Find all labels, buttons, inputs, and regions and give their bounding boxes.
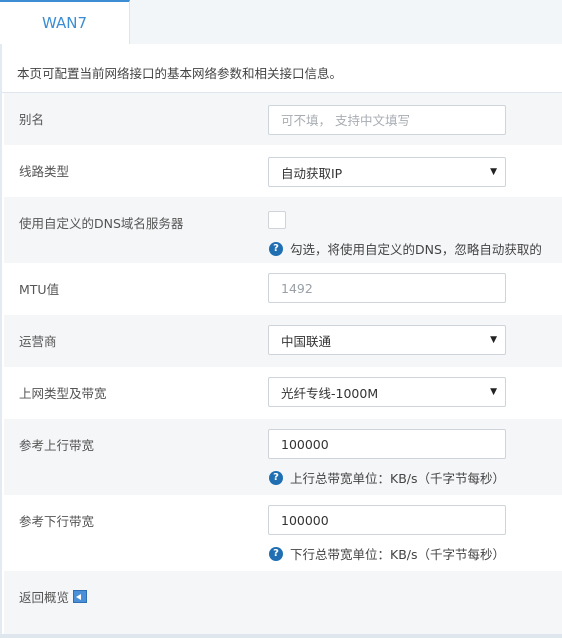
page-description: 本页可配置当前网络接口的基本网络参数和相关接口信息。 xyxy=(17,66,343,81)
custom-dns-label: 使用自定义的DNS域名服务器 xyxy=(19,216,184,231)
tab-wan7[interactable]: WAN7 xyxy=(0,0,130,44)
row-line-type: 线路类型 自动获取IP ▼ xyxy=(4,145,562,197)
caret-down-icon: ▼ xyxy=(490,335,497,345)
alias-label: 别名 xyxy=(19,112,45,127)
tab-label: WAN7 xyxy=(41,14,88,32)
row-back: 返回概览 xyxy=(4,571,562,634)
back-label: 返回概览 xyxy=(19,590,70,605)
upload-hint: ? 上行总带宽单位：KB/s（千字节每秒） xyxy=(269,468,505,487)
alias-input-box xyxy=(268,105,506,135)
caret-down-icon: ▼ xyxy=(490,167,497,177)
upload-label: 参考上行带宽 xyxy=(19,438,95,453)
download-input[interactable] xyxy=(269,506,505,534)
upload-input-box xyxy=(268,429,506,459)
upload-hint-text: 上行总带宽单位：KB/s（千字节每秒） xyxy=(290,471,505,486)
row-alias: 别名 xyxy=(4,93,562,145)
net-type-value: 光纤专线-1000M xyxy=(281,385,379,401)
line-type-value: 自动获取IP xyxy=(281,165,343,181)
description-panel: 本页可配置当前网络接口的基本网络参数和相关接口信息。 xyxy=(0,44,562,93)
upload-input[interactable] xyxy=(269,430,505,458)
row-mtu: MTU值 xyxy=(4,263,562,315)
line-type-label: 线路类型 xyxy=(19,164,70,179)
custom-dns-checkbox[interactable] xyxy=(268,211,286,229)
net-type-select[interactable]: 光纤专线-1000M ▼ xyxy=(268,377,506,407)
row-download: 参考下行带宽 ? 下行总带宽单位：KB/s（千字节每秒） xyxy=(4,495,562,571)
mtu-input[interactable] xyxy=(269,274,505,302)
back-arrow-icon xyxy=(73,590,88,603)
row-custom-dns: 使用自定义的DNS域名服务器 ? 勾选，将使用自定义的DNS，忽略自动获取的 xyxy=(4,197,562,263)
tab-bar: WAN7 xyxy=(0,0,562,45)
download-hint: ? 下行总带宽单位：KB/s（千字节每秒） xyxy=(269,544,505,563)
caret-down-icon: ▼ xyxy=(490,387,497,397)
isp-value: 中国联通 xyxy=(281,333,332,349)
row-isp: 运营商 中国联通 ▼ xyxy=(4,315,562,367)
download-label: 参考下行带宽 xyxy=(19,514,95,529)
isp-label: 运营商 xyxy=(19,334,57,349)
custom-dns-hint: ? 勾选，将使用自定义的DNS，忽略自动获取的 xyxy=(269,239,542,258)
isp-select[interactable]: 中国联通 ▼ xyxy=(268,325,506,355)
help-icon: ? xyxy=(269,470,283,485)
custom-dns-hint-text: 勾选，将使用自定义的DNS，忽略自动获取的 xyxy=(290,242,542,257)
back-to-overview-link[interactable]: 返回概览 xyxy=(19,587,88,606)
row-upload: 参考上行带宽 ? 上行总带宽单位：KB/s（千字节每秒） xyxy=(4,419,562,495)
row-net-type: 上网类型及带宽 光纤专线-1000M ▼ xyxy=(4,367,562,419)
mtu-label: MTU值 xyxy=(19,282,60,297)
download-hint-text: 下行总带宽单位：KB/s（千字节每秒） xyxy=(290,547,505,562)
alias-input[interactable] xyxy=(269,106,505,134)
download-input-box xyxy=(268,505,506,535)
line-type-select[interactable]: 自动获取IP ▼ xyxy=(268,157,506,187)
mtu-input-box xyxy=(268,273,506,303)
help-icon: ? xyxy=(269,546,283,561)
form-frame: 别名 线路类型 自动获取IP ▼ 使用自定义的DNS域名服务器 ? 勾选，将使用… xyxy=(0,93,562,638)
net-type-label: 上网类型及带宽 xyxy=(19,386,107,401)
help-icon: ? xyxy=(269,241,283,256)
bottom-border xyxy=(0,634,562,638)
